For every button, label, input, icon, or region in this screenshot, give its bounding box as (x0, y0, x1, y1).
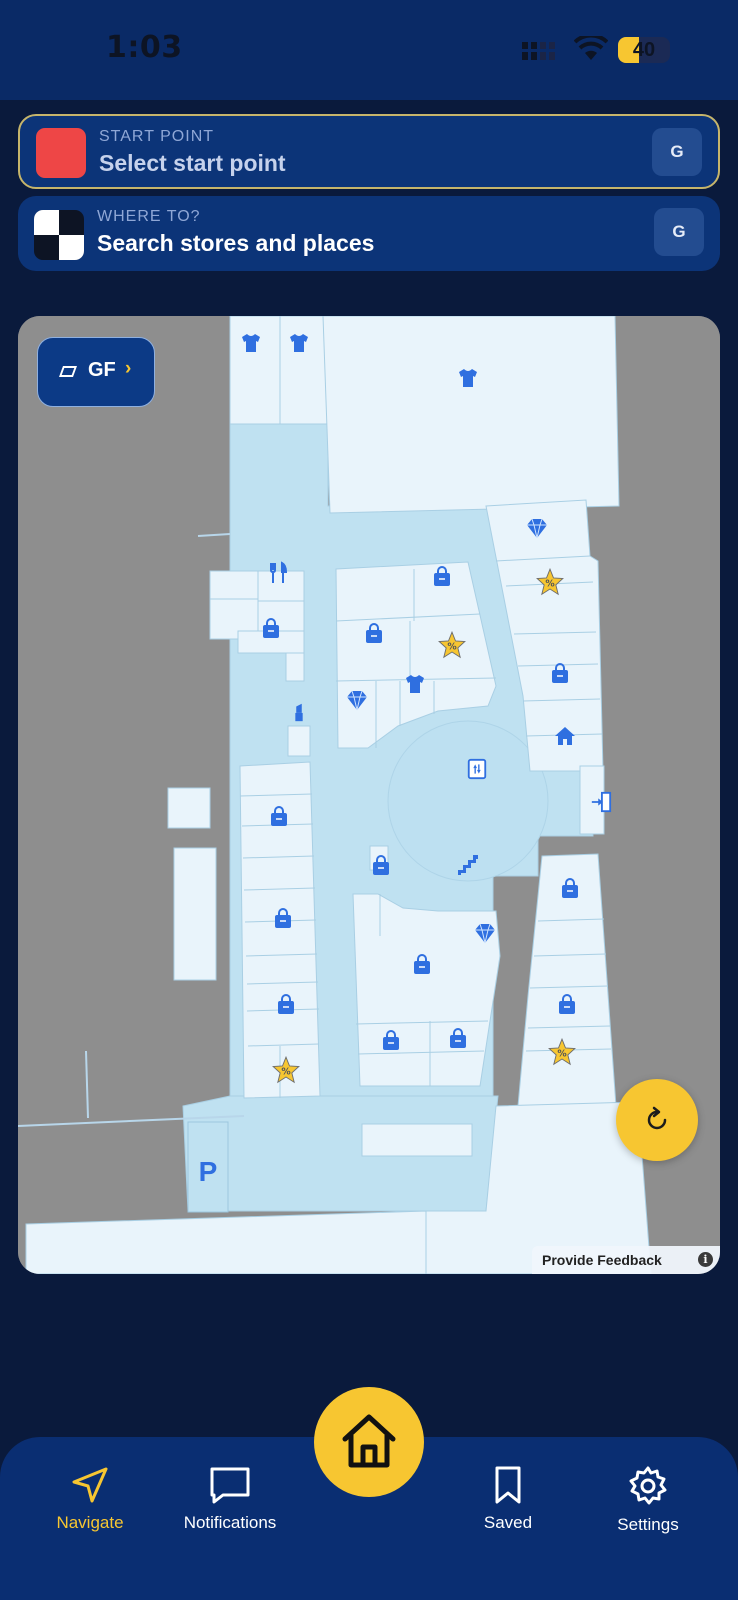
start-point-marker-icon (36, 128, 86, 178)
battery-indicator: 40 (618, 37, 670, 63)
destination-card[interactable]: WHERE TO? Search stores and places G (18, 196, 720, 271)
chevron-right-icon: › (125, 358, 132, 379)
nav-notifications[interactable]: Notifications (160, 1465, 300, 1533)
floor-layers-icon (58, 366, 78, 377)
start-point-label: START POINT (99, 128, 215, 145)
floor-selector-button[interactable]: GF › (37, 337, 155, 407)
floor-label: GF (88, 359, 116, 381)
start-point-locate-button[interactable]: G (652, 128, 702, 176)
battery-percent: 40 (632, 39, 656, 61)
nav-navigate-label: Navigate (56, 1513, 124, 1532)
status-bar: 1:03 40 (0, 0, 738, 100)
home-icon (342, 1414, 396, 1468)
info-icon: i (698, 1252, 713, 1267)
chat-bubble-icon (210, 1467, 250, 1504)
nav-settings-label: Settings (617, 1515, 679, 1534)
nav-saved-label: Saved (483, 1513, 533, 1532)
provide-feedback-link[interactable]: Provide Feedback i (532, 1246, 720, 1274)
floor-plan[interactable]: % P (18, 316, 720, 1274)
home-button[interactable] (314, 1387, 424, 1497)
recenter-map-button[interactable] (616, 1079, 698, 1161)
start-point-field[interactable]: Select start point (99, 150, 286, 177)
wifi-icon (574, 36, 608, 60)
navigate-arrow-icon (72, 1467, 108, 1503)
refresh-icon (647, 1106, 667, 1130)
gear-icon (629, 1466, 667, 1505)
feedback-text: Provide Feedback (542, 1252, 662, 1268)
bookmark-icon (495, 1466, 521, 1504)
mall-map[interactable]: % P (18, 316, 720, 1274)
nav-notifications-label: Notifications (183, 1513, 277, 1532)
destination-search-field[interactable]: Search stores and places (97, 230, 374, 257)
cellular-signal-icon (522, 42, 555, 60)
nav-navigate[interactable]: Navigate (20, 1465, 160, 1533)
status-time: 1:03 (106, 30, 183, 65)
destination-label: WHERE TO? (97, 208, 201, 225)
parking-label: P (199, 1156, 218, 1187)
nav-saved[interactable]: Saved (438, 1465, 578, 1533)
destination-locate-button[interactable]: G (654, 208, 704, 256)
destination-flag-icon (34, 210, 84, 260)
start-point-card[interactable]: START POINT Select start point G (18, 114, 720, 189)
nav-settings[interactable]: Settings (578, 1465, 718, 1535)
